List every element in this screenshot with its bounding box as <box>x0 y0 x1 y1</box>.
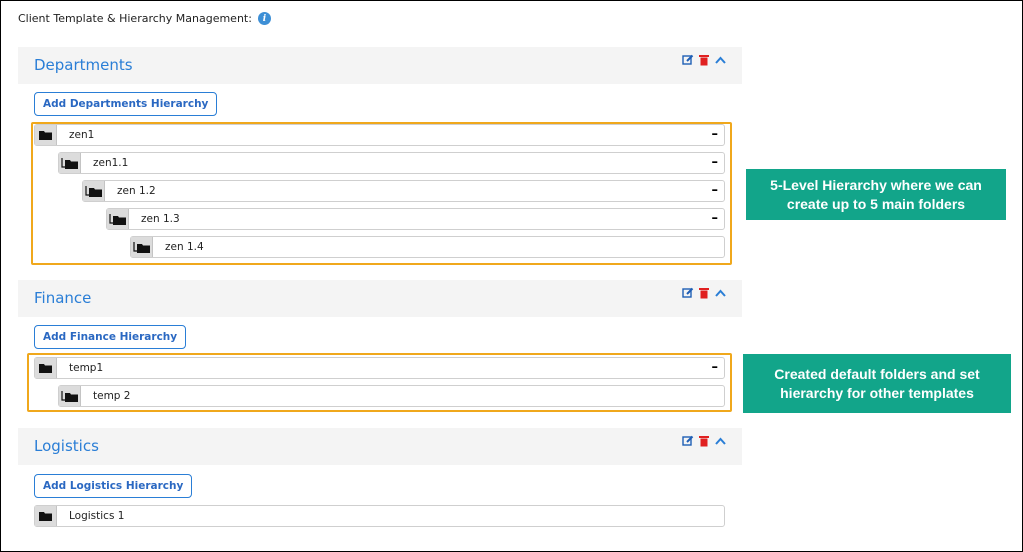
edit-icon[interactable] <box>682 54 694 66</box>
tree-row[interactable]: zen1 – <box>34 124 725 146</box>
chevron-up-icon[interactable] <box>714 435 726 447</box>
callout-defaults-note: Created default folders and set hierarch… <box>743 354 1011 413</box>
tree-row[interactable]: zen 1.2 – <box>82 180 725 202</box>
section-header-finance: Finance <box>18 280 742 317</box>
minus-icon[interactable]: – <box>712 211 719 226</box>
add-departments-hierarchy-button[interactable]: Add Departments Hierarchy <box>34 92 218 116</box>
section-header-departments: Departments <box>18 47 742 84</box>
row-label: zen 1.2 <box>117 185 156 197</box>
minus-icon[interactable]: – <box>712 360 719 375</box>
minus-icon[interactable]: – <box>712 127 719 142</box>
section-actions-finance <box>682 287 726 299</box>
row-label: Logistics 1 <box>69 510 125 522</box>
tree-row[interactable]: Logistics 1 <box>34 505 725 527</box>
add-logistics-hierarchy-button[interactable]: Add Logistics Hierarchy <box>34 474 193 498</box>
chevron-up-icon[interactable] <box>714 54 726 66</box>
page-title: Client Template & Hierarchy Management: … <box>18 12 271 25</box>
child-folder-icon <box>83 181 105 201</box>
page-title-text: Client Template & Hierarchy Management: <box>18 12 252 25</box>
tree-row[interactable]: temp1 – <box>34 357 725 379</box>
tree-row[interactable]: zen 1.4 <box>130 236 725 258</box>
chevron-up-icon[interactable] <box>714 287 726 299</box>
trash-icon[interactable] <box>698 287 710 299</box>
row-label: zen 1.3 <box>141 213 180 225</box>
row-label: temp 2 <box>93 390 131 402</box>
section-title-departments: Departments <box>34 56 133 74</box>
row-label: zen 1.4 <box>165 241 204 253</box>
row-label: zen1 <box>69 129 95 141</box>
section-title-finance: Finance <box>34 289 92 307</box>
trash-icon[interactable] <box>698 54 710 66</box>
section-title-logistics: Logistics <box>34 437 99 455</box>
tree-row[interactable]: zen 1.3 – <box>106 208 725 230</box>
child-folder-icon <box>59 153 81 173</box>
minus-icon[interactable]: – <box>712 155 719 170</box>
window-frame: Client Template & Hierarchy Management: … <box>0 0 1023 552</box>
info-icon[interactable]: i <box>257 12 271 25</box>
folder-icon <box>35 358 57 378</box>
section-header-logistics: Logistics <box>18 428 742 465</box>
trash-icon[interactable] <box>698 435 710 447</box>
row-label: zen1.1 <box>93 157 129 169</box>
child-folder-icon <box>107 209 129 229</box>
minus-icon[interactable]: – <box>712 183 719 198</box>
edit-icon[interactable] <box>682 435 694 447</box>
add-finance-hierarchy-button[interactable]: Add Finance Hierarchy <box>34 325 187 349</box>
section-actions-logistics <box>682 435 726 447</box>
child-folder-icon <box>131 237 153 257</box>
tree-row[interactable]: temp 2 <box>58 385 725 407</box>
tree-row[interactable]: zen1.1 – <box>58 152 725 174</box>
folder-icon <box>35 506 57 526</box>
edit-icon[interactable] <box>682 287 694 299</box>
child-folder-icon <box>59 386 81 406</box>
callout-hierarchy-note: 5-Level Hierarchy where we can create up… <box>746 169 1006 220</box>
row-label: temp1 <box>69 362 104 374</box>
folder-icon <box>35 125 57 145</box>
section-actions-departments <box>682 54 726 66</box>
